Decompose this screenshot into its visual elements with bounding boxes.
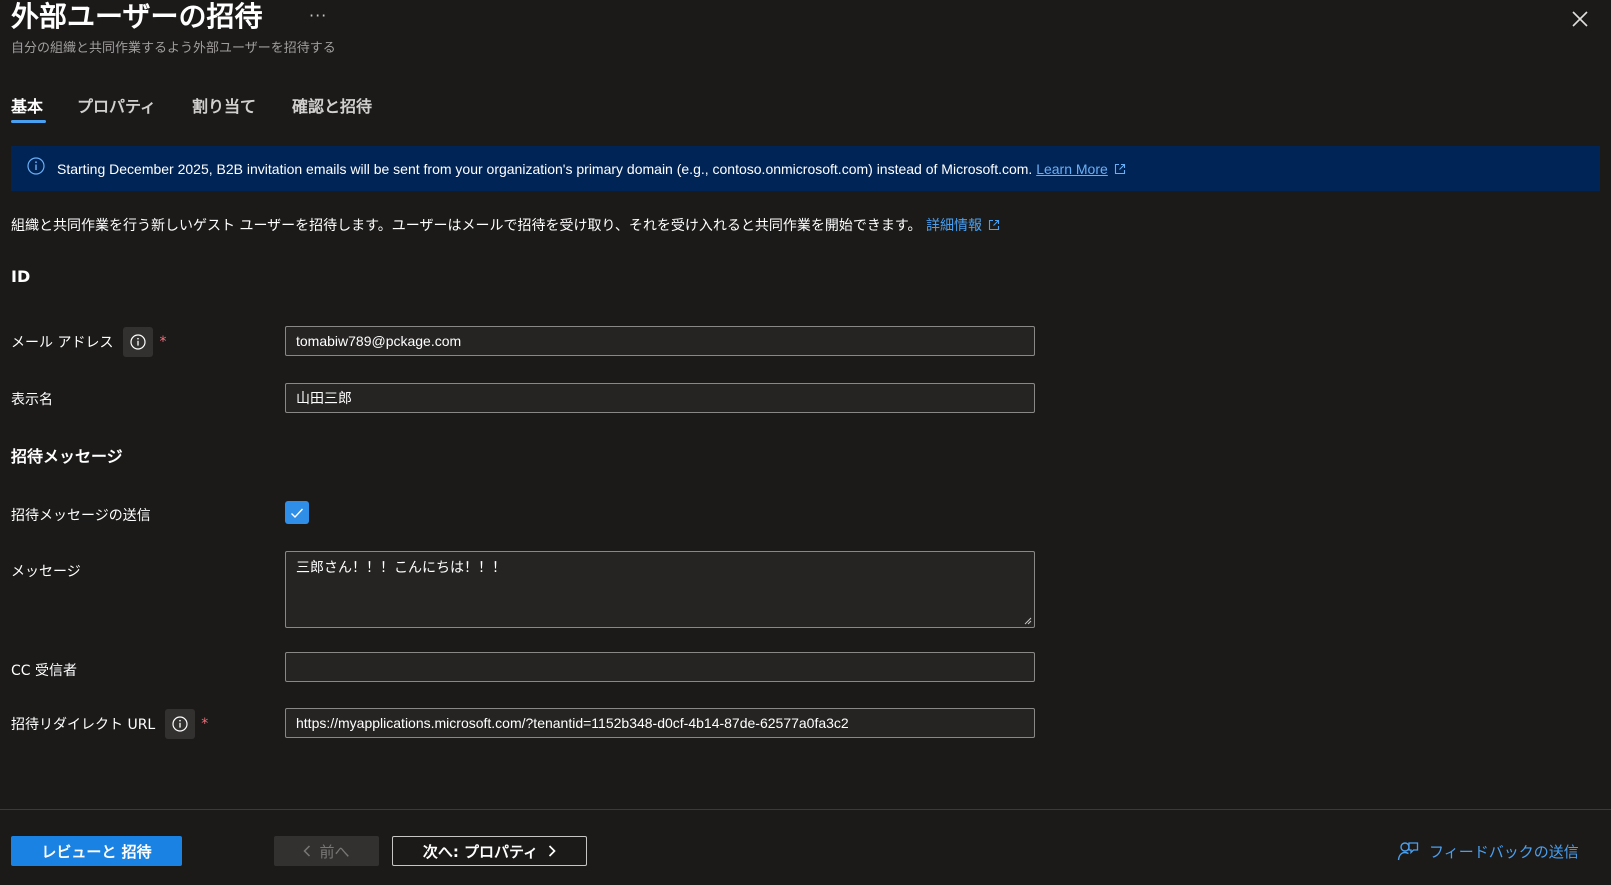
email-input[interactable]: tomabiw789@pckage.com <box>285 326 1035 356</box>
cc-label: CC 受信者 <box>11 663 78 679</box>
send-message-checkbox[interactable] <box>285 501 309 524</box>
learn-more-label: Learn More <box>1036 161 1108 177</box>
redirect-url-label: 招待リダイレクト URL <box>11 717 156 733</box>
page-title: 外部ユーザーの招待 <box>11 0 263 33</box>
invite-message-section-heading: 招待メッセージ <box>11 447 123 466</box>
feedback-label: フィードバックの送信 <box>1429 842 1579 861</box>
display-name-input[interactable]: 山田三郎 <box>285 383 1035 413</box>
email-label-row: メール アドレス * <box>11 327 166 357</box>
learn-more-link[interactable]: Learn More <box>1036 161 1126 177</box>
send-message-label: 招待メッセージの送信 <box>11 508 151 524</box>
intro-text: 組織と共同作業を行う新しいゲスト ユーザーを招待します。ユーザーはメールで招待を… <box>11 218 922 234</box>
tab-assignments[interactable]: 割り当て <box>192 93 256 117</box>
close-button[interactable] <box>1569 8 1591 30</box>
banner-text: Starting December 2025, B2B invitation e… <box>57 161 1033 177</box>
external-link-icon <box>988 219 1000 231</box>
info-icon <box>130 334 147 350</box>
redirect-url-input[interactable]: https://myapplications.microsoft.com/?te… <box>285 708 1035 738</box>
required-marker: * <box>201 716 209 732</box>
checkmark-icon <box>291 508 304 518</box>
resize-handle-icon[interactable] <box>1023 616 1032 625</box>
email-label: メール アドレス <box>11 335 114 351</box>
previous-label: 前へ <box>319 842 350 861</box>
tab-review-invite[interactable]: 確認と招待 <box>292 93 372 117</box>
info-icon <box>172 716 188 732</box>
tab-basics[interactable]: 基本 <box>11 93 43 117</box>
message-text: 三郎さん！！！こんにちは！！！ <box>296 560 506 576</box>
external-link-icon <box>1114 163 1125 175</box>
details-link[interactable]: 詳細情報 <box>926 218 1000 234</box>
next-label: 次へ: プロパティ <box>422 842 539 861</box>
message-textarea[interactable]: 三郎さん！！！こんにちは！！！ <box>285 551 1035 628</box>
tab-properties[interactable]: プロパティ <box>77 93 156 117</box>
details-link-label: 詳細情報 <box>925 218 982 234</box>
chevron-right-icon <box>549 845 556 857</box>
intro-description: 組織と共同作業を行う新しいゲスト ユーザーを招待します。ユーザーはメールで招待を… <box>11 215 1000 235</box>
cc-input[interactable] <box>285 652 1035 682</box>
message-label: メッセージ <box>11 564 81 580</box>
close-icon <box>1572 11 1588 27</box>
info-icon <box>27 157 45 175</box>
redirect-url-label-row: 招待リダイレクト URL * <box>11 709 208 739</box>
required-marker: * <box>159 334 167 350</box>
email-info-button[interactable] <box>123 327 154 357</box>
info-banner: Starting December 2025, B2B invitation e… <box>11 146 1600 191</box>
chevron-left-icon <box>303 845 311 857</box>
send-feedback-button[interactable]: フィードバックの送信 <box>1397 840 1579 862</box>
more-options-button[interactable]: ··· <box>309 6 327 25</box>
previous-button[interactable]: 前へ <box>274 836 379 866</box>
page-subtitle: 自分の組織と共同作業するよう外部ユーザーを招待する <box>11 41 336 56</box>
banner-message: Starting December 2025, B2B invitation e… <box>57 161 1126 177</box>
display-name-label: 表示名 <box>11 392 53 408</box>
active-tab-indicator <box>11 120 46 123</box>
footer-divider <box>0 809 1611 810</box>
next-properties-button[interactable]: 次へ: プロパティ <box>392 836 587 866</box>
feedback-icon <box>1397 842 1419 861</box>
identity-section-heading: ID <box>11 267 31 286</box>
redirect-url-info-button[interactable] <box>165 709 196 739</box>
review-invite-button[interactable]: レビューと 招待 <box>11 836 182 866</box>
